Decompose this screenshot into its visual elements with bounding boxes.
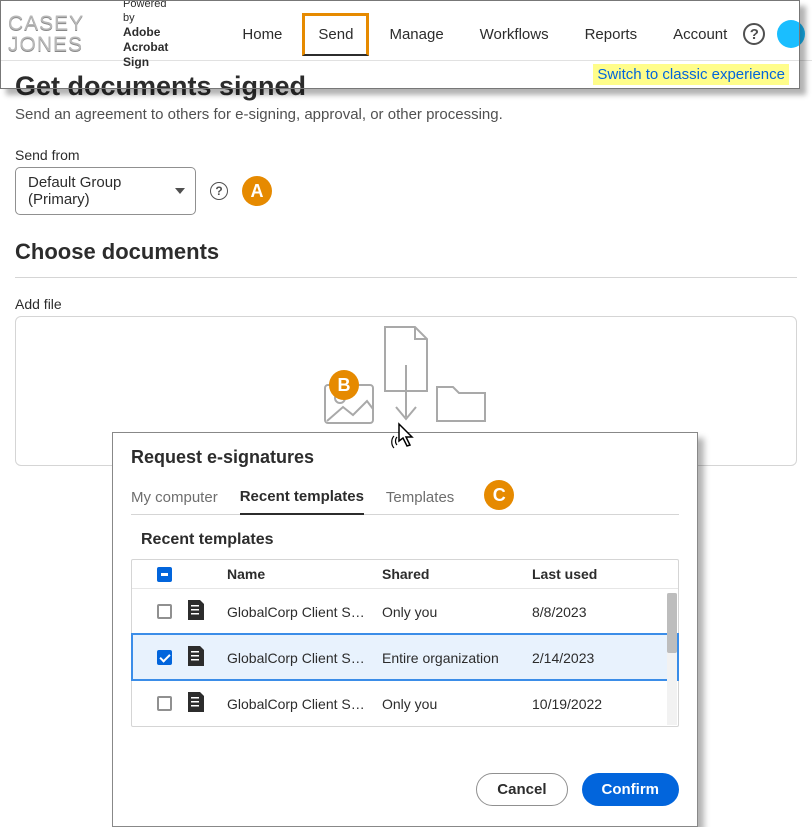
row-shared: Entire organization: [382, 650, 532, 666]
nav-reports[interactable]: Reports: [569, 13, 654, 56]
cancel-button[interactable]: Cancel: [476, 773, 567, 806]
row-checkbox[interactable]: [157, 604, 172, 619]
badge-c: C: [484, 480, 514, 510]
app-header: CASEY JONES Powered by Adobe Acrobat Sig…: [0, 0, 812, 61]
brand-line1: Adobe: [123, 25, 160, 39]
nav-workflows[interactable]: Workflows: [464, 13, 565, 56]
send-from-label: Send from: [15, 147, 797, 163]
col-shared[interactable]: Shared: [382, 566, 532, 582]
folder-icon: [435, 383, 489, 425]
modal-tabs: My computer Recent templates Templates C: [131, 480, 679, 515]
row-name: GlobalCorp Client S…: [227, 696, 382, 712]
send-from-value: Default Group (Primary): [28, 174, 121, 208]
help-icon[interactable]: ?: [743, 23, 765, 45]
nav-manage[interactable]: Manage: [373, 13, 459, 56]
tab-templates[interactable]: Templates: [386, 489, 454, 514]
switch-classic-link[interactable]: Switch to classic experience: [593, 64, 789, 85]
col-last[interactable]: Last used: [532, 566, 668, 582]
table-row[interactable]: GlobalCorp Client S… Only you 8/8/2023: [132, 588, 678, 634]
document-icon: [187, 645, 205, 667]
row-shared: Only you: [382, 604, 532, 620]
nav-home[interactable]: Home: [226, 13, 298, 56]
nav-send[interactable]: Send: [302, 13, 369, 56]
choose-documents-title: Choose documents: [15, 239, 797, 265]
add-file-label: Add file: [15, 296, 797, 312]
row-name: GlobalCorp Client S…: [227, 650, 382, 666]
tab-recent-templates[interactable]: Recent templates: [240, 488, 364, 515]
nav-account[interactable]: Account: [657, 13, 743, 56]
file-download-icon: [377, 325, 433, 425]
page-subtitle: Send an agreement to others for e-signin…: [15, 106, 797, 123]
badge-b: B: [329, 370, 359, 400]
brand-block: Powered by Adobe Acrobat Sign: [123, 0, 168, 70]
brand-line2: Acrobat Sign: [123, 40, 168, 69]
separator: [15, 277, 797, 278]
table-title: Recent templates: [141, 531, 679, 549]
send-from-help-icon[interactable]: ?: [210, 182, 228, 200]
row-last: 8/8/2023: [532, 604, 668, 620]
tab-my-computer[interactable]: My computer: [131, 489, 218, 514]
document-icon: [187, 599, 205, 621]
row-last: 10/19/2022: [532, 696, 668, 712]
attach-modal: Request e-signatures My computer Recent …: [112, 432, 698, 827]
select-all-checkbox[interactable]: [157, 567, 172, 582]
table-row[interactable]: GlobalCorp Client S… Only you 10/19/2022: [132, 680, 678, 726]
templates-table: Name Shared Last used GlobalCorp Client …: [131, 559, 679, 727]
powered-by-label: Powered by: [123, 0, 168, 25]
row-checkbox[interactable]: [157, 696, 172, 711]
confirm-button[interactable]: Confirm: [582, 773, 680, 806]
avatar[interactable]: [777, 20, 805, 48]
table-row[interactable]: GlobalCorp Client S… Entire organization…: [132, 634, 678, 680]
col-name[interactable]: Name: [227, 566, 382, 582]
row-name: GlobalCorp Client S…: [227, 604, 382, 620]
user-logo: CASEY JONES: [8, 13, 91, 55]
document-icon: [187, 691, 205, 713]
scrollbar[interactable]: [667, 593, 677, 725]
table-header: Name Shared Last used: [132, 560, 678, 588]
primary-nav: Home Send Manage Workflows Reports Accou…: [226, 13, 743, 56]
badge-a: A: [242, 176, 272, 206]
row-last: 2/14/2023: [532, 650, 668, 666]
row-checkbox[interactable]: [157, 650, 172, 665]
cursor-icon: [389, 421, 417, 455]
row-shared: Only you: [382, 696, 532, 712]
send-from-select[interactable]: Default Group (Primary): [15, 167, 196, 215]
